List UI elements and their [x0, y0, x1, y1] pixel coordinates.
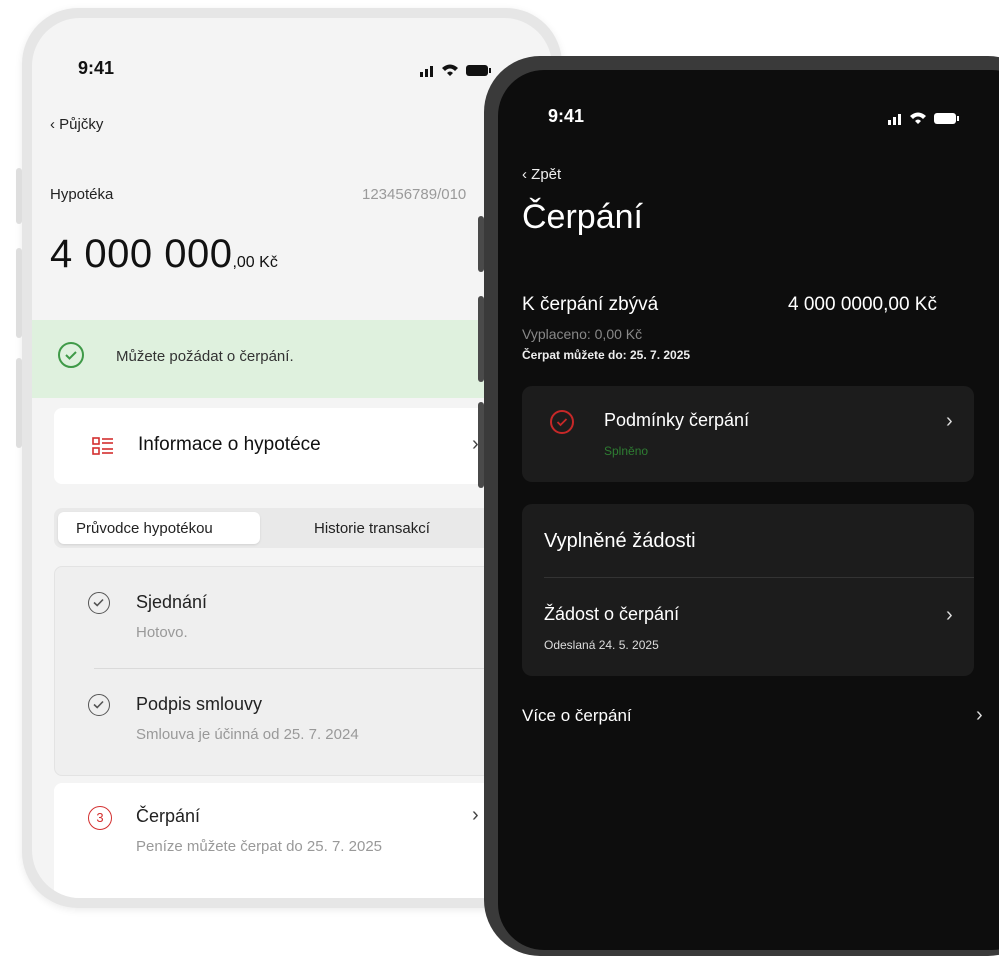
- chevron-right-icon: ›: [472, 804, 479, 826]
- step-title: Sjednání: [136, 592, 208, 612]
- step-subtitle: Hotovo.: [136, 624, 188, 641]
- loan-amount: 4 000 000,00 Kč: [50, 232, 278, 277]
- tab-guide-label: Průvodce hypotékou: [76, 520, 213, 537]
- chevron-right-icon: ›: [946, 410, 953, 432]
- remaining-value: 4 000 0000,00 Kč: [788, 294, 937, 315]
- deadline-text: Čerpat můžete do: 25. 7. 2025: [522, 348, 691, 362]
- step-title: Čerpání: [136, 806, 201, 826]
- dark-phone-screen: 9:41 ‹ Zpět Čerpání K čerpání zbývá 4 00…: [498, 70, 999, 950]
- conditions-status: Splněno: [604, 444, 649, 458]
- check-circle-icon: [88, 592, 110, 614]
- banner-text: Můžete požádat o čerpání.: [116, 348, 294, 365]
- remaining-label: K čerpání zbývá: [522, 294, 659, 315]
- conditions-title: Podmínky čerpání: [604, 410, 750, 430]
- phone-side-button: [478, 296, 484, 382]
- divider: [544, 577, 974, 578]
- paid-out-text: Vyplaceno: 0,00 Kč: [522, 326, 643, 342]
- phone-side-button: [478, 402, 484, 488]
- loan-number: 123456789/010: [362, 186, 467, 203]
- loan-info-label: Informace o hypotéce: [138, 434, 321, 455]
- status-time: 9:41: [78, 58, 115, 78]
- more-about-drawdown-link[interactable]: Více o čerpání: [522, 706, 632, 726]
- step-number-icon: 3: [88, 806, 112, 830]
- loan-name: Hypotéka: [50, 186, 114, 203]
- amount-suffix: ,00 Kč: [232, 254, 278, 271]
- page-title: Čerpání: [522, 198, 643, 236]
- phone-side-button: [478, 216, 484, 272]
- back-label: Půjčky: [59, 116, 104, 133]
- step-subtitle: Smlouva je účinná od 25. 7. 2024: [136, 726, 359, 743]
- steps-card: [54, 566, 552, 776]
- check-circle-icon: [88, 694, 110, 716]
- step-subtitle: Peníze můžete čerpat do 25. 7. 2025: [136, 838, 382, 855]
- chevron-left-icon: ‹: [50, 116, 55, 133]
- back-link[interactable]: ‹ Zpět: [522, 166, 561, 183]
- requests-heading: Vyplněné žádosti: [544, 530, 696, 552]
- list-icon: [92, 437, 113, 455]
- back-link[interactable]: ‹ Půjčky: [50, 116, 103, 133]
- check-circle-icon: [58, 342, 84, 368]
- dark-phone-frame: 9:41 ‹ Zpět Čerpání K čerpání zbývá 4 00…: [478, 56, 999, 956]
- amount-main: 4 000 000: [50, 232, 233, 276]
- back-label: Zpět: [531, 166, 562, 183]
- chevron-left-icon: ‹: [522, 166, 527, 183]
- request-item-date: Odeslaná 24. 5. 2025: [544, 638, 659, 652]
- phone-side-button: [16, 248, 22, 338]
- tab-history[interactable]: Historie transakcí: [314, 520, 430, 537]
- status-time: 9:41: [548, 106, 585, 126]
- chevron-right-icon: ›: [946, 604, 953, 626]
- check-circle-icon: [550, 410, 574, 434]
- status-icons: [888, 112, 959, 125]
- phone-side-button: [16, 358, 22, 448]
- light-phone-screen: 9:41 ‹ Půjčky Hypotéka 123456789/010 4 0…: [32, 18, 552, 898]
- chevron-right-icon: ›: [976, 704, 983, 726]
- request-item-title[interactable]: Žádost o čerpání: [544, 604, 679, 625]
- conditions-card[interactable]: [522, 386, 974, 482]
- phone-side-button: [16, 168, 22, 224]
- step-title: Podpis smlouvy: [136, 694, 263, 714]
